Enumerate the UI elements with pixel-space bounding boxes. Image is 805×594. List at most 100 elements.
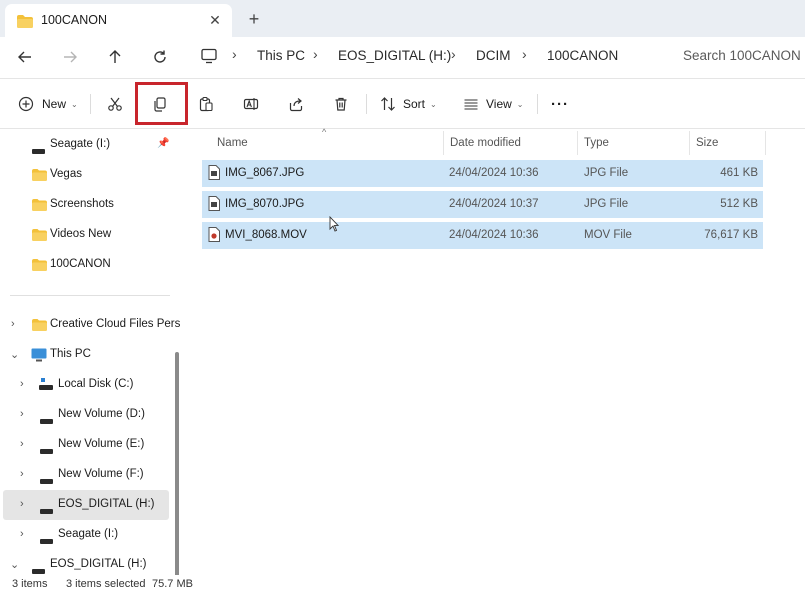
cut-button[interactable] [107,92,123,116]
breadcrumb-dcim[interactable]: DCIM [476,48,511,63]
chevron-right-icon[interactable]: › [20,408,24,420]
new-label: New [42,97,67,111]
sidebar-item-vegas[interactable]: Vegas [0,160,172,190]
close-tab-icon[interactable]: ✕ [204,10,226,30]
address-row: › This PC › EOS_DIGITAL (H:) › DCIM › 10… [0,37,805,78]
separator [366,94,367,114]
tab-bar: 100CANON ✕ + [0,0,805,37]
sidebar-item-new-volume-e[interactable]: › New Volume (E:) [0,430,172,460]
tab-100canon[interactable]: 100CANON ✕ [5,4,232,37]
drive-icon [40,473,53,487]
rename-icon [243,98,259,110]
chevron-right-icon[interactable]: › [20,528,24,540]
sidebar-item-label: EOS_DIGITAL (H:) [50,558,147,570]
drive-icon [40,533,53,547]
chevron-right-icon[interactable]: › [11,318,15,330]
computer-icon [31,348,47,365]
up-arrow-icon[interactable] [103,45,127,69]
column-divider[interactable] [443,131,444,155]
sort-ascending-icon: ^ [322,127,327,137]
sidebar-item-label: 100CANON [50,258,111,270]
mouse-cursor-icon [329,215,340,235]
pin-icon[interactable]: 📌 [157,138,169,149]
table-row[interactable]: IMG_8070.JPG 24/04/2024 10:37 JPG File 5… [202,191,763,218]
chevron-down-icon[interactable]: ⌄ [10,348,19,361]
sidebar-item-creative-cloud[interactable]: › Creative Cloud Files Pers [0,310,180,340]
sidebar-item-seagate-pinned[interactable]: Seagate (I:) 📌 [0,130,172,160]
column-header-date[interactable]: Date modified [450,137,521,149]
sidebar-item-screenshots[interactable]: Screenshots [0,190,172,220]
sidebar-item-new-volume-f[interactable]: › New Volume (F:) [0,460,172,490]
share-button[interactable] [288,92,304,116]
column-header-size[interactable]: Size [696,137,718,149]
chevron-right-icon[interactable]: › [20,438,24,450]
drive-icon [32,563,45,575]
computer-icon [200,47,218,68]
breadcrumb-chevron-icon: › [451,46,456,62]
paste-icon [199,96,213,112]
breadcrumb-this-pc[interactable]: This PC [257,48,305,63]
file-date: 24/04/2024 10:36 [449,167,539,179]
folder-icon [17,15,33,31]
sidebar-item-label: Videos New [50,228,112,240]
new-button[interactable]: New ⌄ [18,92,78,116]
paste-button[interactable] [198,92,214,116]
sort-button[interactable]: Sort ⌄ [380,92,437,116]
table-row[interactable]: MVI_8068.MOV 24/04/2024 10:36 MOV File 7… [202,222,763,249]
sidebar-item-label: New Volume (F:) [58,468,144,480]
sidebar-item-label: Creative Cloud Files Pers [50,318,181,330]
chevron-down-icon: ⌄ [516,99,524,109]
divider [10,295,170,296]
chevron-down-icon[interactable]: ⌄ [10,558,19,571]
refresh-icon[interactable] [148,45,172,69]
sidebar-item-eos-digital[interactable]: › EOS_DIGITAL (H:) [3,490,169,520]
sidebar-item-videos-new[interactable]: Videos New [0,220,172,250]
image-file-icon [208,196,220,214]
view-label: View [486,97,512,111]
forward-arrow-icon[interactable] [58,45,82,69]
sidebar-item-new-volume-d[interactable]: › New Volume (D:) [0,400,172,430]
sort-label: Sort [403,97,426,111]
folder-icon [32,229,47,244]
plus-circle-icon [18,96,34,112]
status-bar: 3 items 3 items selected 75.7 MB [0,575,805,594]
chevron-down-icon: ⌄ [71,99,78,109]
separator [537,94,538,114]
chevron-right-icon[interactable]: › [20,468,24,480]
column-divider[interactable] [577,131,578,155]
delete-button[interactable] [333,92,349,116]
search-input[interactable]: Search 100CANON [668,42,805,72]
sidebar-item-eos-digital-root[interactable]: ⌄ EOS_DIGITAL (H:) [0,550,172,575]
sidebar-scrollbar[interactable] [175,352,179,575]
sort-icon [381,97,395,111]
back-arrow-icon[interactable] [13,45,37,69]
file-size: 512 KB [720,198,758,210]
column-divider[interactable] [689,131,690,155]
breadcrumb-100canon[interactable]: 100CANON [547,48,618,63]
file-type: JPG File [584,198,629,210]
column-header-name[interactable]: Name [217,137,248,149]
chevron-right-icon[interactable]: › [20,498,24,510]
new-tab-button[interactable]: + [244,9,264,29]
breadcrumb-chevron-icon: › [313,46,318,62]
more-options-button[interactable]: ··· [551,92,569,116]
file-date: 24/04/2024 10:36 [449,229,539,241]
sidebar-item-100canon[interactable]: 100CANON [0,250,172,280]
sidebar-item-this-pc[interactable]: ⌄ This PC [0,340,172,370]
scissors-icon [108,97,122,111]
sidebar-item-label: Seagate (I:) [50,138,111,150]
search-placeholder: Search 100CANON [683,48,801,63]
breadcrumb-chevron-icon: › [522,46,527,62]
video-file-icon [208,227,220,245]
column-header-type[interactable]: Type [584,137,609,149]
breadcrumb-eos-digital[interactable]: EOS_DIGITAL (H:) [338,48,451,63]
rename-button[interactable] [243,92,259,116]
image-file-icon [208,165,220,183]
table-row[interactable]: IMG_8067.JPG 24/04/2024 10:36 JPG File 4… [202,160,763,187]
sidebar-item-seagate-i[interactable]: › Seagate (I:) [0,520,172,550]
sidebar-item-local-disk-c[interactable]: › Local Disk (C:) [0,370,172,400]
column-divider[interactable] [765,131,766,155]
chevron-right-icon[interactable]: › [20,378,24,390]
view-button[interactable]: View ⌄ [463,92,524,116]
file-size: 76,617 KB [704,229,758,241]
